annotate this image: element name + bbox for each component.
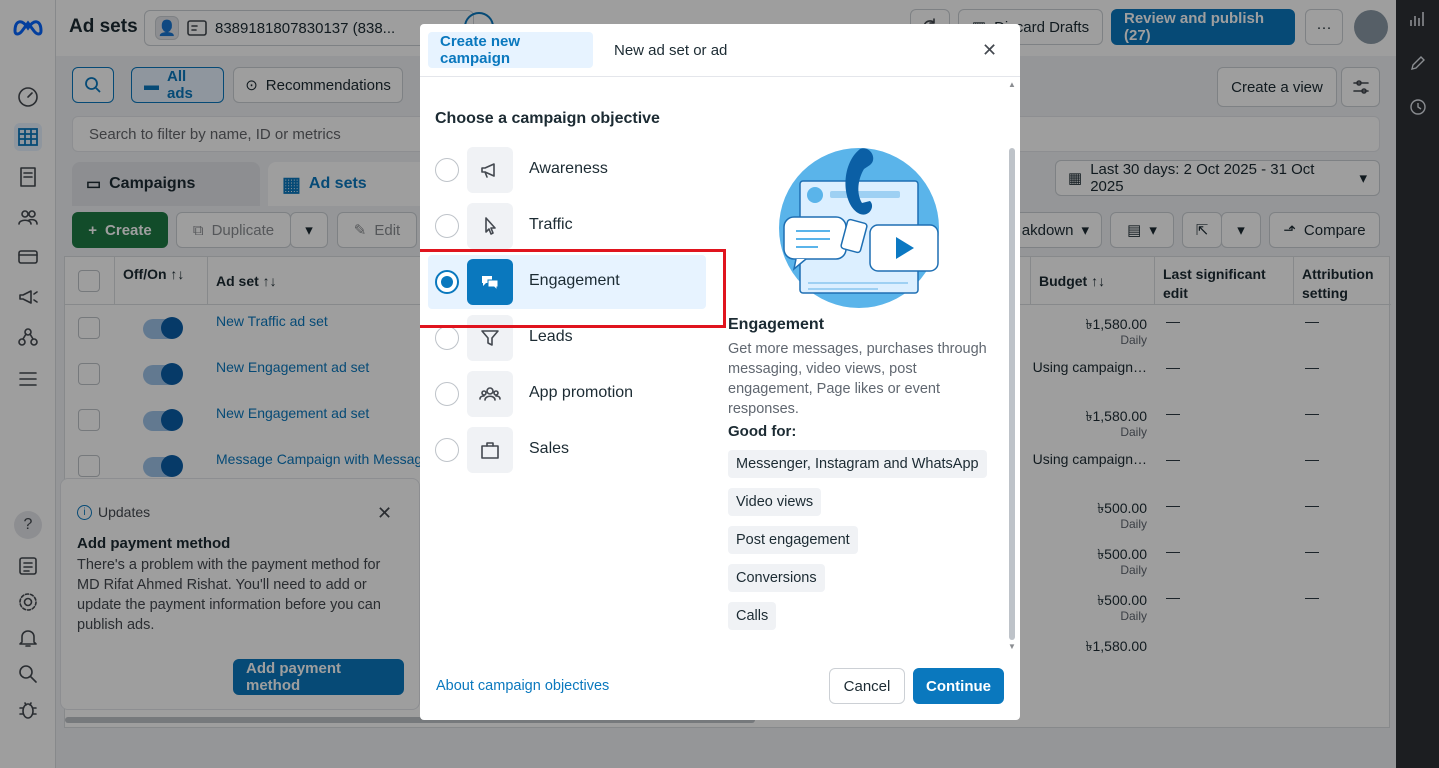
about-objectives-link[interactable]: About campaign objectives bbox=[436, 678, 609, 694]
objective-radio[interactable] bbox=[435, 158, 459, 182]
good-for-chip: Post engagement bbox=[728, 526, 858, 554]
scrollbar-thumb[interactable] bbox=[1009, 148, 1015, 640]
objective-label: Engagement bbox=[529, 272, 620, 289]
cancel-button[interactable]: Cancel bbox=[829, 668, 905, 704]
objective-option-awareness[interactable]: Awareness bbox=[428, 143, 706, 197]
objective-option-leads[interactable]: Leads bbox=[428, 311, 706, 365]
tab-create-new-campaign[interactable]: Create new campaign bbox=[428, 32, 593, 68]
engagement-illustration bbox=[778, 145, 940, 308]
megaphone-icon bbox=[467, 147, 513, 193]
good-for-chip: Video views bbox=[728, 488, 822, 516]
good-for-chip: Calls bbox=[728, 602, 777, 630]
objective-label: Traffic bbox=[529, 216, 573, 233]
history-clock-icon[interactable] bbox=[1409, 98, 1427, 116]
good-for-chip: Conversions bbox=[728, 564, 825, 592]
good-for-list: Messenger, Instagram and WhatsApp Video v… bbox=[728, 450, 998, 630]
objective-option-app-promotion[interactable]: App promotion bbox=[428, 367, 706, 421]
divider bbox=[420, 76, 1020, 77]
people-icon bbox=[467, 371, 513, 417]
shopping-bag-icon bbox=[467, 427, 513, 473]
objective-label: App promotion bbox=[529, 384, 634, 401]
right-side-bar bbox=[1396, 0, 1439, 768]
objective-option-sales[interactable]: Sales bbox=[428, 423, 706, 477]
good-for-chip: Messenger, Instagram and WhatsApp bbox=[728, 450, 987, 478]
objective-radio[interactable] bbox=[435, 270, 459, 294]
bar-chart-icon[interactable] bbox=[1409, 10, 1427, 28]
objective-radio[interactable] bbox=[435, 214, 459, 238]
chat-bubbles-icon bbox=[467, 259, 513, 305]
objective-radio[interactable] bbox=[435, 382, 459, 406]
continue-button[interactable]: Continue bbox=[913, 668, 1004, 704]
objective-option-traffic[interactable]: Traffic bbox=[428, 199, 706, 253]
objective-description: Get more messages, purchases through mes… bbox=[728, 341, 987, 417]
objective-radio[interactable] bbox=[435, 326, 459, 350]
tab-new-ad-set-or-ad[interactable]: New ad set or ad bbox=[602, 32, 739, 68]
pencil-icon[interactable] bbox=[1409, 54, 1427, 72]
funnel-icon bbox=[467, 315, 513, 361]
objective-label: Awareness bbox=[529, 160, 608, 177]
objective-radio[interactable] bbox=[435, 438, 459, 462]
objective-option-engagement[interactable]: Engagement bbox=[428, 255, 706, 309]
objective-detail-title: Engagement bbox=[728, 316, 825, 333]
good-for-label: Good for: bbox=[728, 423, 797, 440]
create-campaign-dialog: Create new campaign New ad set or ad ✕ C… bbox=[420, 24, 1020, 720]
cursor-icon bbox=[467, 203, 513, 249]
objective-heading: Choose a campaign objective bbox=[435, 110, 660, 127]
objective-label: Sales bbox=[529, 440, 570, 457]
close-icon[interactable]: ✕ bbox=[982, 40, 997, 61]
modal-scrollbar[interactable]: ▲ ▼ bbox=[1008, 80, 1016, 652]
objective-label: Leads bbox=[529, 328, 573, 345]
